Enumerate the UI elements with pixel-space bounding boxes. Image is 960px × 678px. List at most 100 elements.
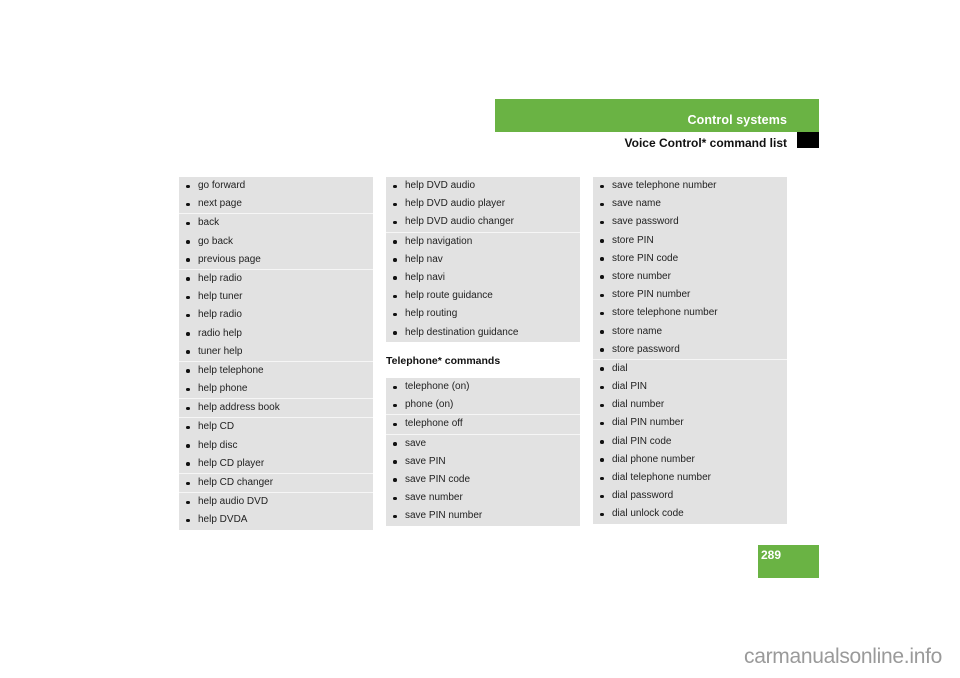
command-item: help telephone xyxy=(179,362,373,380)
bullet-icon xyxy=(600,458,604,462)
bullet-icon xyxy=(393,202,397,207)
bullet-icon xyxy=(393,184,397,188)
command-item: save PIN number xyxy=(386,507,580,525)
bullet-icon xyxy=(600,239,604,243)
command-text: save PIN code xyxy=(405,473,471,485)
bullet-icon xyxy=(393,422,397,427)
command-text: store number xyxy=(612,270,671,282)
bullet-icon xyxy=(600,293,604,298)
command-item: go back xyxy=(179,233,373,251)
command-item: dial PIN code xyxy=(593,433,787,451)
page-number-box: 289 xyxy=(758,545,819,578)
command-item: go forward xyxy=(179,177,373,195)
bullet-icon xyxy=(393,403,397,408)
bullet-icon xyxy=(600,440,604,444)
bullet-icon xyxy=(186,444,190,448)
command-group: help telephone help phone xyxy=(179,362,373,400)
command-text: help radio xyxy=(198,309,242,321)
bullet-icon xyxy=(186,240,190,244)
command-text: help telephone xyxy=(198,364,264,376)
command-item: help navi xyxy=(386,269,580,287)
bullet-icon xyxy=(393,496,397,501)
bullet-icon xyxy=(393,460,397,464)
command-text: help disc xyxy=(198,439,238,451)
bullet-icon xyxy=(600,476,604,480)
command-text: dial number xyxy=(612,399,665,411)
command-text: store name xyxy=(612,325,663,337)
command-text: help audio DVD xyxy=(198,496,269,508)
bullet-icon xyxy=(393,331,397,335)
bullet-icon xyxy=(393,294,397,299)
command-item: dial unlock code xyxy=(593,505,787,523)
command-item: help radio xyxy=(179,306,373,324)
command-text: help radio xyxy=(198,272,242,284)
page-subtitle: Voice Control* command list xyxy=(624,136,787,150)
command-text: help DVD audio changer xyxy=(405,216,514,228)
bullet-icon xyxy=(186,313,190,318)
command-text: save name xyxy=(612,198,661,210)
command-text: dial PIN xyxy=(612,381,648,393)
command-item: save PIN xyxy=(386,453,580,471)
command-item: save name xyxy=(593,195,787,213)
command-item: help address book xyxy=(179,399,373,417)
command-text: help DVD audio xyxy=(405,180,476,191)
command-item: dial phone number xyxy=(593,451,787,469)
command-item: help navigation xyxy=(386,233,580,251)
bullet-icon xyxy=(186,332,190,336)
command-text: go forward xyxy=(198,180,246,191)
command-item: store name xyxy=(593,323,787,341)
command-item: phone (on) xyxy=(386,396,580,414)
command-item: store number xyxy=(593,268,787,286)
bullet-icon xyxy=(186,295,190,300)
command-text: dial PIN code xyxy=(612,435,672,447)
command-item: help disc xyxy=(179,437,373,455)
command-text: save xyxy=(405,437,427,449)
command-list-column-1: go forward next page back go back previous p… xyxy=(179,177,373,530)
command-text: help route guidance xyxy=(405,290,493,302)
command-item: telephone off xyxy=(386,415,580,433)
command-text: help destination guidance xyxy=(405,326,519,338)
bullet-icon xyxy=(186,184,190,188)
command-item: store PIN code xyxy=(593,250,787,268)
command-text: help nav xyxy=(405,253,443,265)
command-list-column-3: save telephone number save name save passw… xyxy=(593,177,787,524)
bullet-icon xyxy=(393,385,397,389)
command-item: help destination guidance xyxy=(386,324,580,342)
bullet-icon xyxy=(600,348,604,352)
command-text: save PIN number xyxy=(405,510,483,522)
bullet-icon xyxy=(600,311,604,316)
command-item: dial number xyxy=(593,396,787,414)
command-text: back xyxy=(198,217,220,229)
bullet-icon xyxy=(600,512,604,517)
bullet-icon xyxy=(186,277,190,281)
command-group: save save PIN save PIN code save number save… xyxy=(386,435,580,526)
command-text: save number xyxy=(405,492,463,504)
bullet-icon xyxy=(600,403,604,408)
command-item: help DVD audio xyxy=(386,177,580,195)
telephone-commands-heading: Telephone* commands xyxy=(386,355,501,367)
command-group: help address book xyxy=(179,399,373,419)
command-item: help route guidance xyxy=(386,287,580,305)
bullet-icon xyxy=(186,221,190,226)
command-text: help DVD audio player xyxy=(405,198,506,210)
bullet-icon xyxy=(186,481,190,485)
command-text: dial unlock code xyxy=(612,508,684,520)
command-item: store PIN xyxy=(593,232,787,250)
command-group: help CD help disc help CD player xyxy=(179,418,373,474)
command-text: help navi xyxy=(405,271,446,283)
bullet-icon xyxy=(393,478,397,482)
command-item: back xyxy=(179,214,373,232)
command-item: help CD xyxy=(179,418,373,436)
command-text: telephone (on) xyxy=(405,381,470,392)
section-tab-marker xyxy=(797,132,819,148)
command-text: tuner help xyxy=(198,345,243,357)
page-number: 289 xyxy=(761,548,782,562)
command-text: next page xyxy=(198,198,242,210)
bullet-icon xyxy=(393,276,397,280)
command-item: help phone xyxy=(179,380,373,398)
command-text: help phone xyxy=(198,383,248,395)
command-text: help DVDA xyxy=(198,514,248,526)
bullet-icon xyxy=(600,421,604,426)
command-item: dial telephone number xyxy=(593,469,787,487)
command-item: store telephone number xyxy=(593,304,787,322)
